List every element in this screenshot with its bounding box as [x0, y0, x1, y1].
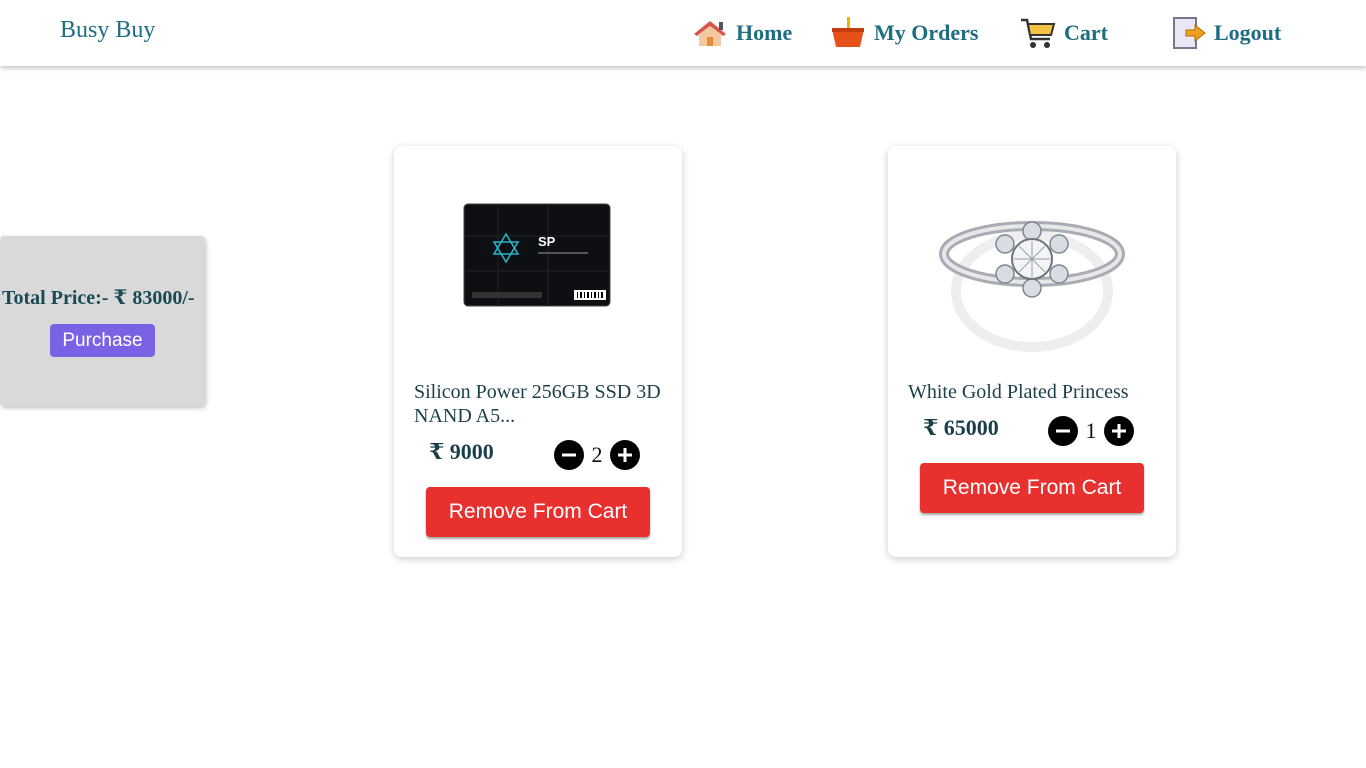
minus-icon	[1056, 429, 1070, 433]
logout-icon	[1170, 15, 1206, 51]
nav-cart[interactable]: Cart	[1020, 14, 1108, 52]
remove-from-cart-button[interactable]: Remove From Cart	[920, 463, 1144, 513]
quantity-stepper: 2	[554, 440, 640, 470]
nav-logout[interactable]: Logout	[1170, 14, 1281, 52]
increase-quantity-button[interactable]	[1104, 416, 1134, 446]
product-price: ₹ 9000	[429, 439, 494, 464]
basket-icon	[830, 15, 866, 51]
quantity-value: 1	[1085, 418, 1097, 443]
navbar: Busy Buy Home My Orders Cart Logout	[0, 0, 1366, 66]
plus-icon	[618, 448, 632, 462]
decrease-quantity-button[interactable]	[1048, 416, 1078, 446]
home-icon	[692, 15, 728, 51]
remove-from-cart-button[interactable]: Remove From Cart	[426, 487, 650, 537]
plus-icon	[1112, 424, 1126, 438]
product-title: Silicon Power 256GB SSD 3D NAND A5...	[414, 381, 661, 427]
decrease-quantity-button[interactable]	[554, 440, 584, 470]
cart-item-card: SP Silicon Power 256GB SSD 3D NAND A5...…	[394, 146, 682, 557]
total-price: Total Price:- ₹ 83000/-	[2, 287, 195, 309]
cart-item-card: White Gold Plated Princess ₹ 65000 1 Rem…	[888, 146, 1176, 557]
quantity-value: 2	[591, 442, 603, 467]
purchase-button[interactable]: Purchase	[50, 324, 155, 357]
ring-image	[932, 176, 1132, 366]
nav-cart-label: Cart	[1064, 20, 1108, 45]
product-price: ₹ 65000	[923, 415, 999, 440]
increase-quantity-button[interactable]	[610, 440, 640, 470]
nav-my-orders[interactable]: My Orders	[830, 14, 978, 52]
svg-text:SP: SP	[538, 234, 556, 249]
nav-home-label: Home	[736, 20, 793, 45]
ssd-image: SP	[438, 176, 638, 366]
quantity-stepper: 1	[1048, 416, 1134, 446]
brand-logo[interactable]: Busy Buy	[60, 17, 155, 44]
nav-my-orders-label: My Orders	[874, 20, 979, 45]
total-price-panel: Total Price:- ₹ 83000/- Purchase	[0, 236, 205, 406]
nav-home[interactable]: Home	[692, 14, 792, 52]
nav-logout-label: Logout	[1214, 20, 1282, 45]
product-title: White Gold Plated Princess	[908, 381, 1129, 403]
cart-icon	[1020, 15, 1056, 51]
minus-icon	[562, 453, 576, 457]
